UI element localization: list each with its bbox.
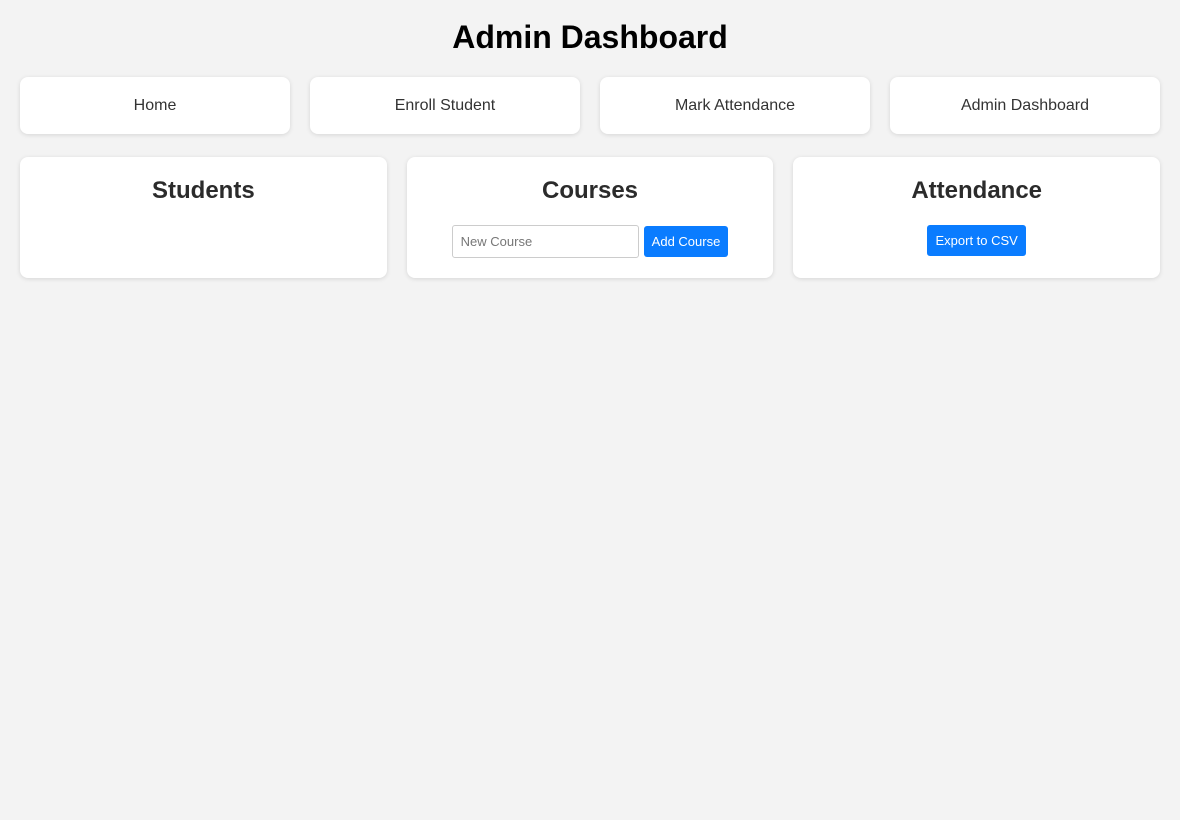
nav-item-home[interactable]: Home (20, 77, 290, 134)
main-nav: Home Enroll Student Mark Attendance Admi… (20, 77, 1160, 134)
nav-item-admin-dashboard[interactable]: Admin Dashboard (890, 77, 1160, 134)
page-title: Admin Dashboard (452, 19, 728, 55)
students-heading: Students (152, 177, 255, 204)
add-course-form: Add Course (407, 225, 774, 258)
students-panel: Students (20, 157, 387, 278)
new-course-input[interactable] (451, 225, 639, 258)
dashboard-panels: Students Courses Add Course Attendance E… (20, 157, 1161, 278)
add-course-button[interactable]: Add Course (643, 226, 729, 257)
export-wrap: Export to CSV (793, 225, 1160, 256)
courses-panel: Courses Add Course (406, 157, 774, 278)
attendance-heading: Attendance (911, 177, 1043, 204)
nav-item-enroll-student[interactable]: Enroll Student (310, 77, 580, 134)
export-csv-button[interactable]: Export to CSV (927, 225, 1026, 256)
nav-item-mark-attendance[interactable]: Mark Attendance (600, 77, 870, 134)
attendance-panel: Attendance Export to CSV (793, 157, 1161, 278)
courses-heading: Courses (541, 177, 639, 204)
